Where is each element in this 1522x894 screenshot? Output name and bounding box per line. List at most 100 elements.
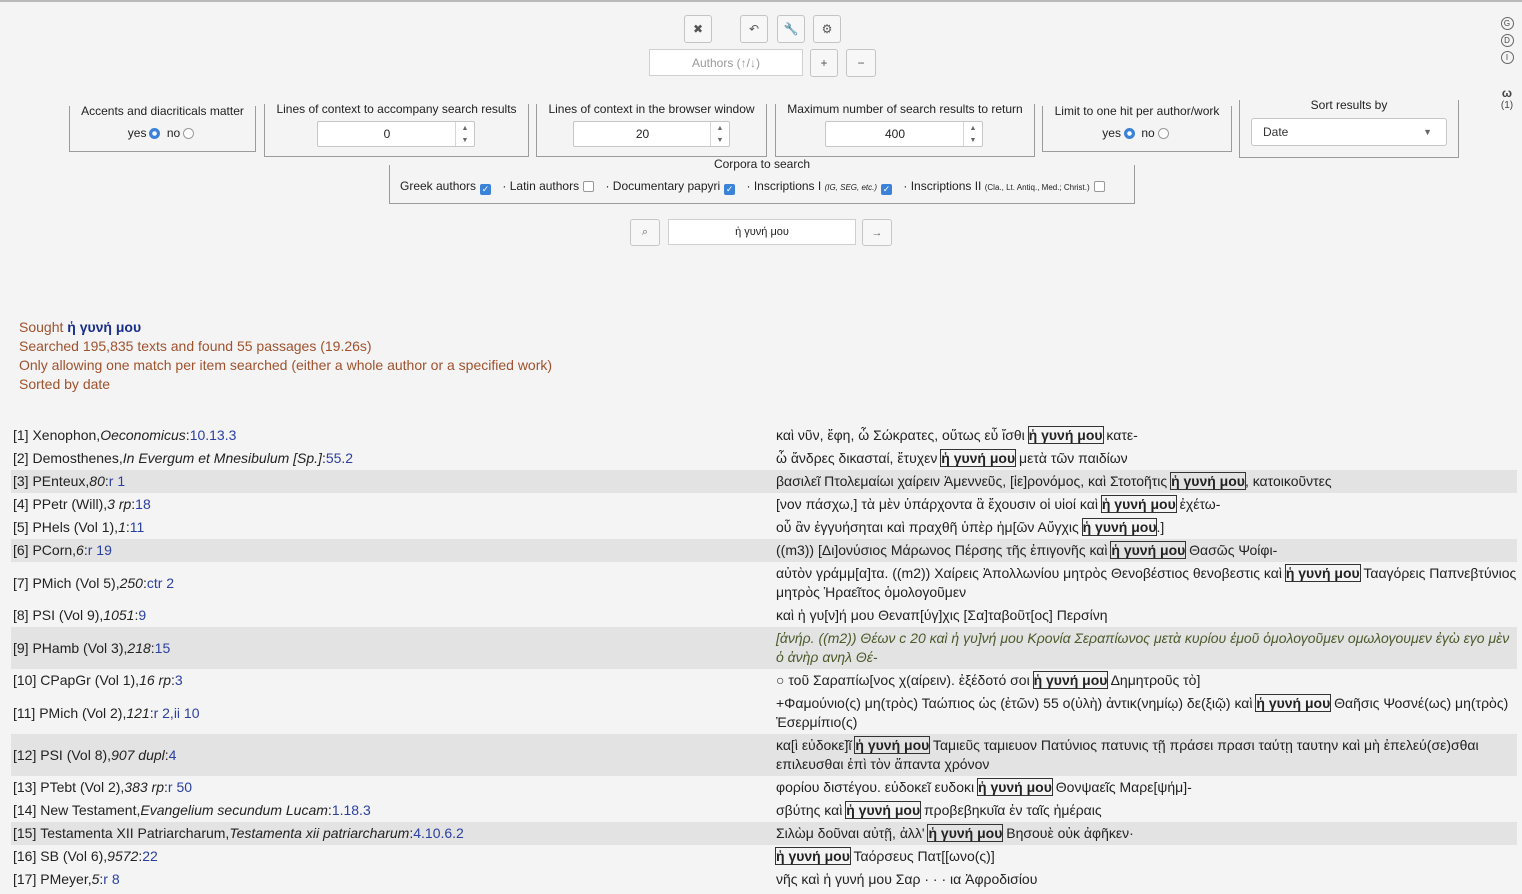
corpus-greek-checkbox[interactable]: ✓ bbox=[480, 184, 492, 195]
result-work: 16 rp bbox=[139, 672, 171, 688]
passage-hit[interactable]: ἡ γυνή μου bbox=[1110, 541, 1187, 559]
passage-hit[interactable]: ἡ γυνή μου bbox=[1027, 426, 1104, 444]
result-passage: καὶ ἡ γυ[ν]ή μου Θεναπ[ύγ]χις [Σα]ταβοῦτ… bbox=[765, 604, 1517, 627]
spin-down-icon[interactable]: ▼ bbox=[462, 137, 469, 144]
result-ref-link[interactable]: r 8 bbox=[103, 870, 119, 889]
result-ref-link[interactable]: 3 bbox=[175, 671, 183, 690]
passage-hit[interactable]: ἡ γυνή μου bbox=[1100, 495, 1177, 513]
result-passage: κα[ὶ εὐδοκε]ῖ ἡ γυνή μου Ταμιεῦς ταμιευο… bbox=[765, 734, 1517, 776]
result-ref-link[interactable]: 4.10.6.2 bbox=[413, 824, 464, 843]
passage-text: νῆς καὶ ἡ γυνή μου Σαρ · · · ια Ἀφροδισί… bbox=[776, 871, 1038, 887]
wrench-icon: 🔧 bbox=[783, 22, 799, 36]
remove-author-button[interactable]: − bbox=[846, 49, 876, 77]
authors-input[interactable]: Authors (↑/↓) bbox=[649, 49, 803, 76]
result-ref-link[interactable]: 1.18.3 bbox=[332, 801, 371, 820]
passage-hit[interactable]: ἡ γυνή μου bbox=[927, 824, 1004, 842]
add-author-button[interactable]: + bbox=[810, 49, 838, 77]
result-ref-link[interactable]: 55.2 bbox=[326, 449, 353, 468]
result-ref-link[interactable]: 11 bbox=[130, 518, 145, 537]
result-passage: ἡ γυνή μου Ταόρσευς Πατ[[ωνο(ς)] bbox=[765, 845, 1517, 868]
gear-icon: ⚙ bbox=[821, 22, 833, 36]
result-passage: [νον πάσχω,] τὰ μὲν ὑπάρχοντα ἃ ἔχουσιν … bbox=[765, 493, 1517, 516]
search-summary: Sought ἡ γυνή μου Searched 195,835 texts… bbox=[19, 318, 552, 394]
result-row: [11] PMich (Vol 2), 121: r 2,ii 10 +Φαμού… bbox=[11, 692, 1517, 734]
passage-text: ἐχέτω- bbox=[1175, 496, 1221, 512]
result-work: Testamenta xii patriarcharum bbox=[229, 825, 410, 841]
passage-hit[interactable]: ἡ γυνή μου bbox=[1284, 564, 1361, 582]
corpus-inscriptions1-note: (IG, SEG, etc.) bbox=[824, 183, 878, 192]
d-icon[interactable]: D bbox=[1500, 34, 1514, 47]
close-icon: ✖ bbox=[692, 22, 704, 36]
result-ref-link[interactable]: 22 bbox=[142, 847, 158, 866]
one-hit-no-label: no bbox=[1141, 126, 1155, 140]
accents-no-radio[interactable] bbox=[183, 128, 195, 139]
result-number: [11] bbox=[13, 704, 40, 721]
search-input[interactable]: ἡ γυνή μου bbox=[668, 219, 856, 245]
one-hit-yes-radio[interactable] bbox=[1123, 128, 1135, 139]
spin-up-icon[interactable]: ▲ bbox=[462, 125, 469, 132]
result-citation: [7] PMich (Vol 5), 250: ctr 2 bbox=[11, 562, 765, 604]
result-ref-link[interactable]: 18 bbox=[135, 495, 151, 514]
result-ref-link[interactable]: r 1 bbox=[109, 472, 125, 491]
result-ref-link[interactable]: ctr 2 bbox=[147, 574, 174, 593]
max-results-input[interactable]: 400 ▲ ▼ bbox=[825, 121, 983, 147]
sort-select[interactable]: Date ▼ bbox=[1251, 118, 1447, 146]
spin-up-icon[interactable]: ▲ bbox=[717, 125, 724, 132]
result-ref-link[interactable]: r 2,ii 10 bbox=[154, 704, 200, 723]
result-ref-link[interactable]: r 19 bbox=[88, 541, 112, 560]
accents-yes-radio[interactable] bbox=[149, 128, 161, 139]
passage-text: οὗ ἂν ἐγγυήσηται καὶ πραχθῆ ὑπὲρ ἡμ[ῶν Α… bbox=[776, 519, 1083, 535]
passage-text: ○ τοῦ Σαραπίω[νος χ(αίρειν). ἐξέδοτό σοι bbox=[776, 672, 1034, 688]
omega-icon[interactable]: ω bbox=[1500, 86, 1514, 100]
corpus-inscriptions2-note: (Cla., Lt. Antiq., Med.; Christ.) bbox=[984, 183, 1090, 192]
corpus-papyri-checkbox[interactable]: ✓ bbox=[724, 184, 736, 195]
passage-hit[interactable]: ἡ γυνή μου bbox=[940, 449, 1017, 467]
passage-hit[interactable]: ἡ γυνή μου bbox=[1255, 694, 1332, 712]
result-ref-link[interactable]: 9 bbox=[138, 606, 146, 625]
passage-hit[interactable]: ἡ γυνή μου bbox=[1032, 671, 1109, 689]
search-button[interactable]: ⌕ bbox=[630, 219, 660, 246]
result-work: 121 bbox=[126, 704, 150, 721]
result-passage: αὐτὸν γράμμ[α]τα. ((m2)) Χαίρεις Ἀπολλων… bbox=[765, 562, 1517, 604]
corpus-inscriptions1-label: · Inscriptions I bbox=[746, 179, 822, 193]
passage-hit[interactable]: ἡ γυνή μου bbox=[775, 847, 851, 865]
spin-down-icon[interactable]: ▼ bbox=[970, 137, 977, 144]
result-citation: [1] Xenophon, Oeconomicus: 10.13.3 bbox=[11, 424, 765, 447]
spin-down-icon[interactable]: ▼ bbox=[717, 137, 724, 144]
result-author: Testamenta XII Patriarcharum, bbox=[40, 825, 230, 841]
result-passage: Σιλὼμ δοῦναι αὐτῇ, ἀλλ' ἡ γυνή μου Βησου… bbox=[765, 822, 1517, 845]
passage-hit[interactable]: ἡ γυνή μου bbox=[977, 778, 1053, 796]
go-button[interactable]: → bbox=[862, 219, 892, 246]
tools-button[interactable]: 🔧 bbox=[777, 15, 805, 43]
passage-hit[interactable]: ἡ γυνή μου bbox=[1081, 518, 1158, 536]
lines-context-input[interactable]: 0 ▲ ▼ bbox=[317, 121, 475, 147]
clear-button[interactable]: ✖ bbox=[684, 15, 712, 43]
i-icon[interactable]: I bbox=[1500, 51, 1514, 64]
undo-button[interactable]: ↶ bbox=[740, 15, 768, 43]
result-work: 250 bbox=[119, 574, 143, 591]
corpus-inscriptions2-checkbox[interactable] bbox=[1093, 181, 1105, 192]
result-row: [4] PPetr (Will), 3 rp: 18 [νον πάσχω,] τ… bbox=[11, 493, 1517, 516]
top-border bbox=[0, 0, 1522, 2]
corpus-inscriptions1-checkbox[interactable]: ✓ bbox=[881, 184, 893, 195]
g-icon[interactable]: G bbox=[1500, 17, 1514, 30]
passage-hit[interactable]: ἡ γυνή μου bbox=[1170, 472, 1246, 490]
passage-text: κα[ὶ εὐδοκε]ῖ bbox=[776, 737, 856, 753]
one-hit-no-radio[interactable] bbox=[1157, 128, 1169, 139]
result-ref-link[interactable]: r 50 bbox=[168, 778, 192, 797]
result-row: [7] PMich (Vol 5), 250: ctr 2 αὐτὸν γράμμ… bbox=[11, 562, 1517, 604]
passage-hit[interactable]: ἡ γυνή μου bbox=[854, 736, 931, 754]
corpus-latin-checkbox[interactable] bbox=[583, 181, 595, 192]
lines-browser-input[interactable]: 20 ▲ ▼ bbox=[573, 121, 730, 147]
result-ref-link[interactable]: 4 bbox=[169, 746, 177, 765]
result-ref-link[interactable]: 15 bbox=[155, 639, 171, 658]
corpus-latin-label: · Latin authors bbox=[502, 179, 580, 193]
passage-text: μετὰ τῶν παιδίων bbox=[1015, 450, 1128, 466]
result-citation: [16] SB (Vol 6), 9572: 22 bbox=[11, 845, 765, 868]
spin-up-icon[interactable]: ▲ bbox=[970, 125, 977, 132]
passage-hit[interactable]: ἡ γυνή μου bbox=[845, 801, 922, 819]
result-author: New Testament, bbox=[40, 802, 141, 818]
result-work: 1 bbox=[118, 519, 126, 535]
settings-button[interactable]: ⚙ bbox=[813, 15, 841, 43]
result-ref-link[interactable]: 10.13.3 bbox=[190, 426, 237, 445]
